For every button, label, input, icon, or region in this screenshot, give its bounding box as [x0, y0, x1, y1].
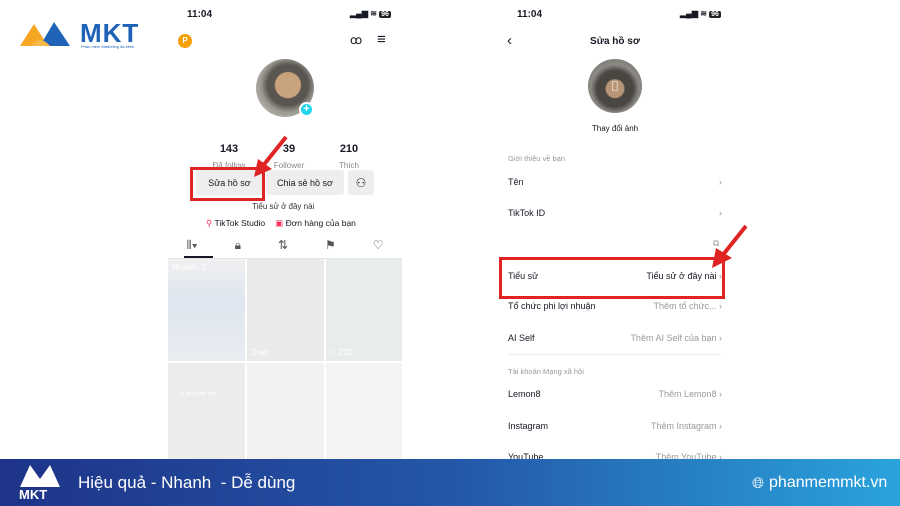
bio-text: Tiểu sử ở đây nài — [252, 202, 315, 211]
points-icon[interactable]: P — [178, 34, 192, 48]
profile-tabs: ⦀▾ 🔒︎ ⇅ ⚑ ♡ — [168, 238, 402, 253]
video-tile[interactable]: ▷ 232 — [326, 259, 402, 361]
private-tab-icon[interactable]: 🔒︎ — [235, 238, 241, 253]
red-arrow-icon — [712, 224, 748, 268]
back-icon[interactable]: ‹ — [507, 32, 512, 49]
orders-icon: ▣ — [275, 218, 284, 228]
battery-level: 96 — [709, 11, 721, 18]
status-icons: ▂▄▆ ≋ 96 — [680, 9, 721, 18]
row-name[interactable]: Tên › — [508, 177, 722, 187]
page-title: Sửa hồ sơ — [590, 36, 640, 47]
logo-text: MKT — [80, 18, 140, 48]
footer-banner: MKT Hiệu quả - Nhanh - Dễ dùng 🌐︎ phanmem… — [0, 459, 900, 506]
banner-logo-text: MKT — [19, 487, 48, 502]
status-time: 11:04 — [517, 9, 543, 20]
mkt-logo-icon — [20, 22, 70, 46]
row-instagram[interactable]: Instagram Thêm Instagram › — [508, 421, 722, 431]
repost-tab-icon[interactable]: ⇅ — [278, 238, 288, 253]
video-tile[interactable]: Draft — [247, 259, 324, 361]
section-social: Tài khoản Mạng xã hội — [508, 367, 584, 376]
red-arrow-icon — [254, 135, 288, 177]
row-nonprofit[interactable]: Tổ chức phi lợi nhuận Thêm tổ chức... › — [508, 301, 722, 311]
liked-tab-icon[interactable]: ♡ — [373, 238, 384, 253]
banner-slogan: Hiệu quả - Nhanh - Dễ dùng — [78, 473, 296, 492]
status-time: 11:04 — [187, 9, 213, 20]
video-tile[interactable] — [247, 363, 324, 459]
saved-tab-icon[interactable]: ⚑ — [325, 238, 336, 253]
footprints-icon[interactable]: ꝏ — [350, 33, 362, 47]
menu-icon[interactable]: ≡ — [377, 31, 386, 48]
video-tile[interactable] — [326, 363, 402, 459]
stat-likes[interactable]: 210 Thích — [319, 143, 379, 173]
videos-tab-icon[interactable]: ⦀▾ — [186, 238, 197, 253]
logo-subtitle: Phần mềm Marketing đa kênh — [81, 44, 135, 49]
studio-icon: ⚲ — [206, 218, 213, 228]
divider — [508, 354, 722, 355]
row-lemon8[interactable]: Lemon8 Thêm Lemon8 › — [508, 389, 722, 399]
status-icons: ▂▄▆ ≋ 96 — [350, 9, 391, 18]
video-tile[interactable]: Nhanh.. 2 — [168, 259, 245, 361]
website-link[interactable]: 🌐︎ phanmemmkt.vn — [752, 474, 887, 492]
row-ai-self[interactable]: AI Self Thêm AI Self của bạn › — [508, 333, 722, 343]
video-tile[interactable]: Do going the bark — [168, 363, 245, 459]
change-photo-link[interactable]: Thay đổi ảnh — [565, 124, 665, 133]
section-about: Giới thiệu về bạn — [508, 154, 566, 163]
mkt-logo: MKT Phần mềm Marketing đa kênh — [18, 18, 140, 49]
orders-link[interactable]: ▣ Đơn hàng của bạn — [275, 218, 356, 229]
add-avatar-icon[interactable]: + — [299, 102, 314, 117]
row-tiktok-id[interactable]: TikTok ID › — [508, 208, 722, 218]
highlight-box — [499, 257, 725, 299]
tiktok-studio-link[interactable]: ⚲ TikTok Studio — [206, 218, 265, 229]
camera-icon[interactable]: ⌷ — [588, 59, 642, 113]
globe-icon: 🌐︎ — [752, 474, 765, 492]
battery-level: 96 — [379, 11, 391, 18]
mkt-banner-logo-icon — [20, 465, 60, 487]
add-friend-icon[interactable]: ⚇ — [348, 170, 374, 195]
